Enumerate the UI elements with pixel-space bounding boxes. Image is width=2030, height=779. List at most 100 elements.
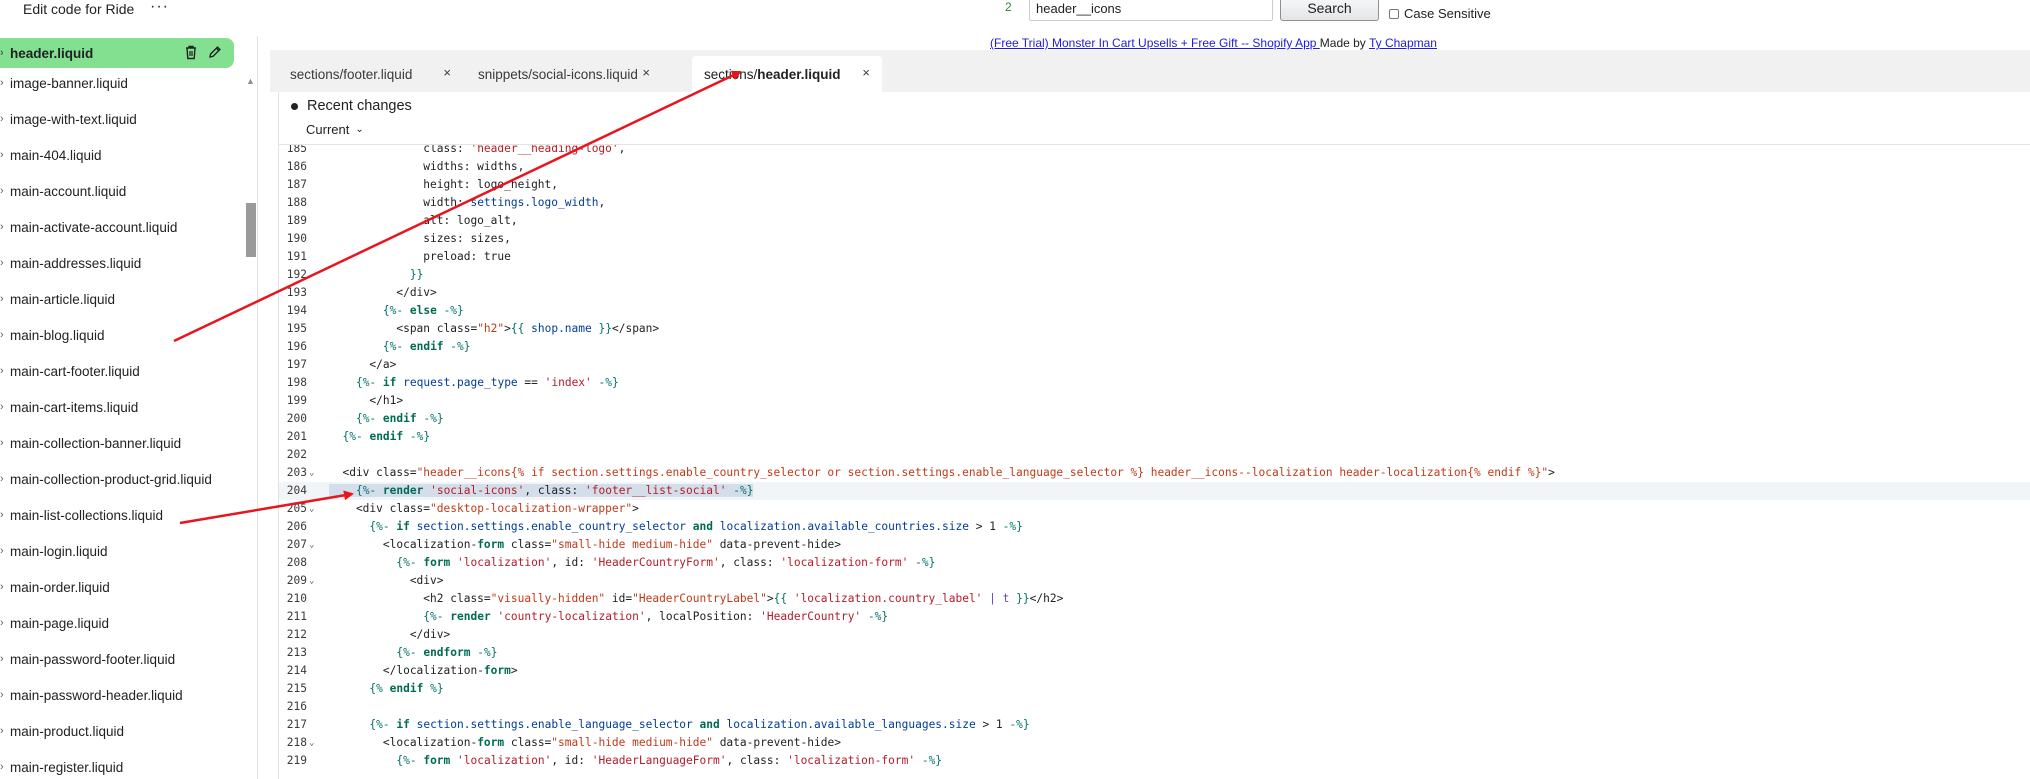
code-line[interactable]: 195 <span class="h2">{{ shop.name }}</sp… <box>279 320 2030 338</box>
code-line[interactable]: 198 {%- if request.page_type == 'index' … <box>279 374 2030 392</box>
promo-link[interactable]: (Free Trial) Monster In Cart Upsells + F… <box>990 36 1320 50</box>
close-icon[interactable]: × <box>862 65 870 80</box>
code-line[interactable]: 200 {%- endif -%} <box>279 410 2030 428</box>
promo-author-link[interactable]: Ty Chapman <box>1369 36 1437 50</box>
code-line[interactable]: 188 width: settings.logo_width, <box>279 194 2030 212</box>
file-item[interactable]: › main-404.liquid <box>0 140 234 170</box>
search-input[interactable] <box>1029 0 1273 21</box>
checkbox-icon[interactable] <box>1389 8 1399 19</box>
version-select[interactable]: Current ⌄ <box>306 122 364 137</box>
chevron-right-icon[interactable]: › <box>0 509 10 521</box>
code-line[interactable]: 202 <box>279 446 2030 464</box>
sidebar-scrollbar-thumb[interactable] <box>246 203 256 257</box>
code-line[interactable]: 197 </a> <box>279 356 2030 374</box>
fold-toggle-icon[interactable]: ⌄ <box>309 734 314 752</box>
case-sensitive-checkbox[interactable]: Case Sensitive <box>1389 6 1491 21</box>
chevron-down-icon[interactable]: ⌄ <box>355 124 363 135</box>
code-line[interactable]: 214 </localization-form> <box>279 662 2030 680</box>
code-line[interactable]: 192 }} <box>279 266 2030 284</box>
code-line[interactable]: 211 {%- render 'country-localization', l… <box>279 608 2030 626</box>
code-line[interactable]: 196 {%- endif -%} <box>279 338 2030 356</box>
tab-social-icons-liquid[interactable]: snippets/social-icons.liquid × <box>466 56 662 92</box>
file-item[interactable]: › main-cart-items.liquid <box>0 392 234 422</box>
code-line[interactable]: 210 <h2 class="visually-hidden" id="Head… <box>279 590 2030 608</box>
close-icon[interactable]: × <box>443 65 451 80</box>
code-line[interactable]: 194 {%- else -%} <box>279 302 2030 320</box>
trash-icon[interactable] <box>184 45 198 60</box>
chevron-right-icon[interactable]: › <box>0 689 10 701</box>
chevron-right-icon[interactable]: › <box>0 149 10 161</box>
file-item[interactable]: › main-password-footer.liquid <box>0 644 234 674</box>
file-item[interactable]: › main-blog.liquid <box>0 320 234 350</box>
more-actions-button[interactable]: ··· <box>150 0 169 16</box>
file-item[interactable]: › main-cart-footer.liquid <box>0 356 234 386</box>
code-line[interactable]: 204 {%- render 'social-icons', class: 'f… <box>279 482 2030 500</box>
code-line[interactable]: 218 ⌄ <localization-form class="small-hid… <box>279 734 2030 752</box>
file-item[interactable]: › main-activate-account.liquid <box>0 212 234 242</box>
tab-header-liquid[interactable]: sections/header.liquid × <box>692 56 882 92</box>
tab-footer-liquid[interactable]: sections/footer.liquid × <box>278 56 463 92</box>
file-item[interactable]: › main-addresses.liquid <box>0 248 234 278</box>
code-line[interactable]: 215 {% endif %} <box>279 680 2030 698</box>
code-line[interactable]: 217 {%- if section.settings.enable_langu… <box>279 716 2030 734</box>
search-button[interactable]: Search <box>1280 0 1379 21</box>
chevron-right-icon[interactable]: › <box>0 725 10 737</box>
file-item[interactable]: › main-list-collections.liquid <box>0 500 234 530</box>
close-icon[interactable]: × <box>642 65 650 80</box>
scroll-up-arrow-icon[interactable]: ▲ <box>246 76 255 86</box>
code-line[interactable]: 209 ⌄ <div> <box>279 572 2030 590</box>
chevron-right-icon[interactable]: › <box>0 581 10 593</box>
chevron-right-icon[interactable]: › <box>0 257 10 269</box>
file-item[interactable]: › main-register.liquid <box>0 752 234 779</box>
chevron-right-icon[interactable]: › <box>0 761 10 773</box>
fold-toggle-icon[interactable]: ⌄ <box>309 536 314 554</box>
file-item[interactable]: › main-product.liquid <box>0 716 234 746</box>
chevron-right-icon[interactable]: › <box>0 365 10 377</box>
file-item[interactable]: › main-account.liquid <box>0 176 234 206</box>
code-line[interactable]: 191 preload: true <box>279 248 2030 266</box>
chevron-right-icon[interactable]: › <box>0 329 10 341</box>
fold-toggle-icon[interactable]: ⌄ <box>309 500 314 518</box>
chevron-right-icon[interactable]: › <box>0 185 10 197</box>
chevron-right-icon[interactable]: › <box>0 113 10 125</box>
file-item[interactable]: › main-collection-product-grid.liquid <box>0 464 234 494</box>
code-line[interactable]: 199 </h1> <box>279 392 2030 410</box>
code-line[interactable]: 193 </div> <box>279 284 2030 302</box>
code-line[interactable]: 186 widths: widths, <box>279 158 2030 176</box>
chevron-right-icon[interactable]: › <box>0 401 10 413</box>
file-item[interactable]: › main-collection-banner.liquid <box>0 428 234 458</box>
fold-toggle-icon[interactable]: ⌄ <box>309 464 314 482</box>
code-line[interactable]: 190 sizes: sizes, <box>279 230 2030 248</box>
code-line[interactable]: 185 class: 'header__heading-logo', <box>279 145 2030 158</box>
code-editor[interactable]: 185 class: 'header__heading-logo', 186 wi… <box>278 144 2030 779</box>
chevron-right-icon[interactable]: › <box>0 77 10 89</box>
file-item[interactable]: › main-page.liquid <box>0 608 234 638</box>
code-line[interactable]: 203 ⌄ <div class="header__icons{% if sect… <box>279 464 2030 482</box>
chevron-right-icon[interactable]: › <box>0 617 10 629</box>
chevron-right-icon[interactable]: › <box>0 545 10 557</box>
file-item[interactable]: › image-banner.liquid <box>0 68 234 98</box>
file-item-header[interactable]: › header.liquid <box>0 38 234 68</box>
fold-toggle-icon[interactable]: ⌄ <box>309 572 314 590</box>
code-line[interactable]: 216 <box>279 698 2030 716</box>
chevron-right-icon[interactable]: › <box>0 47 10 59</box>
code-line[interactable]: 206 {%- if section.settings.enable_count… <box>279 518 2030 536</box>
file-item[interactable]: › main-login.liquid <box>0 536 234 566</box>
chevron-right-icon[interactable]: › <box>0 293 10 305</box>
pencil-icon[interactable] <box>208 45 222 60</box>
file-item[interactable]: › main-article.liquid <box>0 284 234 314</box>
code-line[interactable]: 201 {%- endif -%} <box>279 428 2030 446</box>
code-line[interactable]: 207 ⌄ <localization-form class="small-hid… <box>279 536 2030 554</box>
code-line[interactable]: 189 alt: logo_alt, <box>279 212 2030 230</box>
code-line[interactable]: 219 {%- form 'localization', id: 'Header… <box>279 752 2030 770</box>
file-item[interactable]: › main-password-header.liquid <box>0 680 234 710</box>
code-line[interactable]: 208 {%- form 'localization', id: 'Header… <box>279 554 2030 572</box>
chevron-right-icon[interactable]: › <box>0 473 10 485</box>
code-line[interactable]: 213 {%- endform -%} <box>279 644 2030 662</box>
file-item[interactable]: › main-order.liquid <box>0 572 234 602</box>
code-line[interactable]: 212 </div> <box>279 626 2030 644</box>
chevron-right-icon[interactable]: › <box>0 221 10 233</box>
code-line[interactable]: 205 ⌄ <div class="desktop-localization-wr… <box>279 500 2030 518</box>
file-item[interactable]: › image-with-text.liquid <box>0 104 234 134</box>
chevron-right-icon[interactable]: › <box>0 653 10 665</box>
